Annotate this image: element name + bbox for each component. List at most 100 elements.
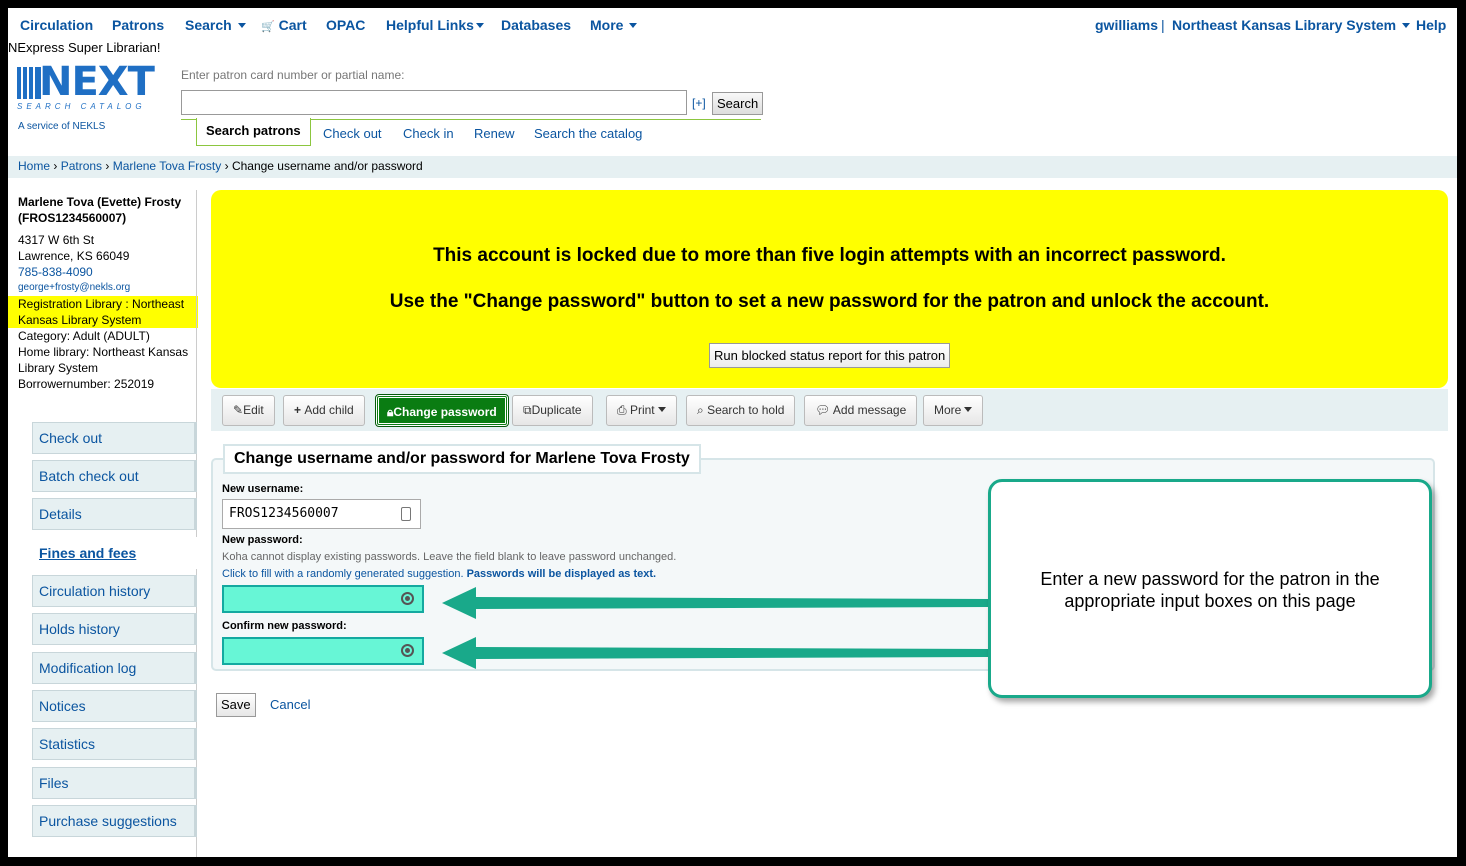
annotation-arrow-2 [442, 637, 990, 669]
password-hint: Koha cannot display existing passwords. … [222, 551, 677, 563]
passwords-displayed-note: Passwords will be displayed as text. [466, 568, 657, 580]
eye-icon[interactable] [401, 592, 414, 605]
username-input[interactable]: FROS1234560007 [222, 499, 421, 529]
patron-address-line2: Lawrence, KS 66049 [18, 249, 130, 263]
nav-circulation[interactable]: Circulation [20, 17, 93, 33]
print-button-label: Print [629, 403, 655, 417]
add-message-button-label: Add message [832, 403, 907, 417]
confirm-password-input[interactable] [222, 637, 424, 665]
add-message-button[interactable]: 💬︎ Add message [804, 395, 918, 426]
comment-icon: 💬︎ [815, 403, 833, 417]
chevron-down-icon [1402, 23, 1411, 28]
nav-opac[interactable]: OPAC [326, 17, 365, 33]
breadcrumb-patron[interactable]: Marlene Tova Frosty [113, 159, 222, 173]
alert-line-1: This account is locked due to more than … [433, 245, 1226, 266]
breadcrumb-separator: › [224, 159, 229, 173]
patron-search-label: Enter patron card number or partial name… [181, 68, 405, 82]
save-button[interactable]: Save [216, 693, 256, 717]
tab-renew[interactable]: Renew [474, 126, 514, 141]
menu-holds-history[interactable]: Holds history [32, 613, 197, 645]
menu-notices[interactable]: Notices [32, 690, 197, 722]
change-password-button[interactable]: 🔒︎Change password [375, 394, 509, 427]
menu-circulation-history[interactable]: Circulation history [32, 575, 197, 607]
new-password-input[interactable] [222, 585, 424, 613]
breadcrumb-separator: › [105, 159, 110, 173]
menu-check-out[interactable]: Check out [32, 422, 197, 454]
cart-icon: 🛒 [261, 21, 275, 33]
patron-address-line1: 4317 W 6th St [18, 233, 95, 247]
menu-purchase-suggestions[interactable]: Purchase suggestions [32, 805, 197, 837]
tab-check-out[interactable]: Check out [323, 126, 382, 141]
menu-details[interactable]: Details [32, 498, 197, 530]
breadcrumb-home[interactable]: Home [18, 159, 50, 173]
patron-borrowernumber: Borrowernumber: 252019 [18, 377, 155, 391]
menu-batch-check-out[interactable]: Batch check out [32, 460, 197, 492]
copy-icon: ⧉ [523, 403, 532, 417]
password-suggestion-hint: Click to fill with a randomly generated … [222, 568, 656, 580]
tab-check-in[interactable]: Check in [403, 126, 454, 141]
breadcrumb: Home › Patrons › Marlene Tova Frosty › C… [8, 156, 1457, 178]
nav-help[interactable]: Help [1416, 17, 1446, 33]
breadcrumb-separator: › [53, 159, 58, 173]
patron-email[interactable]: george+frosty@nekls.org [18, 280, 198, 296]
logo-main-text: NEXT [39, 59, 155, 105]
new-password-label: New password: [222, 534, 303, 546]
breadcrumb-patrons[interactable]: Patrons [61, 159, 102, 173]
add-child-button[interactable]: + Add child [283, 395, 365, 426]
breadcrumb-current: Change username and/or password [231, 159, 423, 173]
edit-button[interactable]: ✎Edit [222, 395, 275, 426]
menu-files[interactable]: Files [32, 767, 197, 799]
next-logo[interactable]: NEXT SEARCH CATALOG [17, 59, 169, 113]
patron-name: Marlene Tova (Evette) Frosty [18, 195, 182, 209]
nav-patrons[interactable]: Patrons [112, 17, 164, 33]
duplicate-button[interactable]: ⧉Duplicate [512, 395, 593, 426]
chevron-down-icon [475, 23, 484, 28]
nav-library-label: Northeast Kansas Library System [1172, 17, 1397, 33]
nav-library[interactable]: Northeast Kansas Library System [1172, 17, 1411, 33]
nav-search-label: Search [185, 17, 232, 33]
cancel-link[interactable]: Cancel [270, 697, 310, 712]
print-button[interactable]: ⎙ Print [606, 395, 677, 426]
nav-separator: | [1161, 17, 1165, 33]
patron-home-library: Home library: Northeast Kansas Library S… [18, 345, 189, 375]
pencil-icon: ✎ [233, 403, 244, 417]
chevron-down-icon [629, 23, 638, 28]
annotation-callout: Enter a new password for the patron in t… [988, 479, 1432, 698]
top-navigation: Circulation Patrons Search 🛒 Cart OPAC H… [8, 8, 1457, 40]
username-label: New username: [222, 483, 304, 495]
annotation-text: Enter a new password for the patron in t… [1040, 569, 1380, 611]
duplicate-button-label: Duplicate [531, 403, 582, 417]
expand-search-link[interactable]: [+] [692, 96, 706, 110]
blocked-status-report-button[interactable]: Run blocked status report for this patro… [709, 343, 951, 368]
contact-card-icon [401, 507, 411, 521]
patron-search-button[interactable]: Search [712, 92, 764, 115]
printer-icon: ⎙ [617, 403, 630, 417]
nav-more[interactable]: More [590, 17, 638, 33]
tab-search-catalog[interactable]: Search the catalog [534, 126, 642, 141]
nav-more-label: More [590, 17, 624, 33]
tab-search-patrons[interactable]: Search patrons [196, 118, 311, 146]
random-password-link[interactable]: Click to fill with a randomly generated … [222, 568, 464, 580]
search-icon: ⌕ [697, 403, 708, 417]
patron-search-input[interactable] [181, 90, 687, 115]
more-button[interactable]: More [923, 395, 984, 426]
patron-toolbar: ✎Edit + Add child 🔒︎Change password ⧉Dup… [211, 389, 1448, 431]
form-legend: Change username and/or password for Marl… [223, 444, 701, 474]
nav-user[interactable]: gwilliams [1095, 17, 1158, 33]
nav-databases[interactable]: Databases [501, 17, 571, 33]
menu-fines-and-fees[interactable]: Fines and fees [32, 537, 197, 569]
patron-phone[interactable]: 785-838-4090 [18, 264, 198, 280]
nav-search[interactable]: Search [185, 17, 246, 33]
nav-helpful-links-label: Helpful Links [386, 17, 474, 33]
eye-icon[interactable] [401, 644, 414, 657]
menu-statistics[interactable]: Statistics [32, 728, 197, 760]
add-child-button-label: Add child [304, 403, 354, 417]
confirm-password-label: Confirm new password: [222, 620, 347, 632]
edit-button-label: Edit [243, 403, 264, 417]
nav-helpful-links[interactable]: Helpful Links [386, 17, 484, 33]
search-to-hold-button[interactable]: ⌕ Search to hold [686, 395, 796, 426]
annotation-arrow-1 [442, 587, 990, 619]
menu-modification-log[interactable]: Modification log [32, 652, 197, 684]
nav-cart[interactable]: 🛒 Cart [261, 17, 307, 33]
more-button-label: More [934, 403, 962, 417]
